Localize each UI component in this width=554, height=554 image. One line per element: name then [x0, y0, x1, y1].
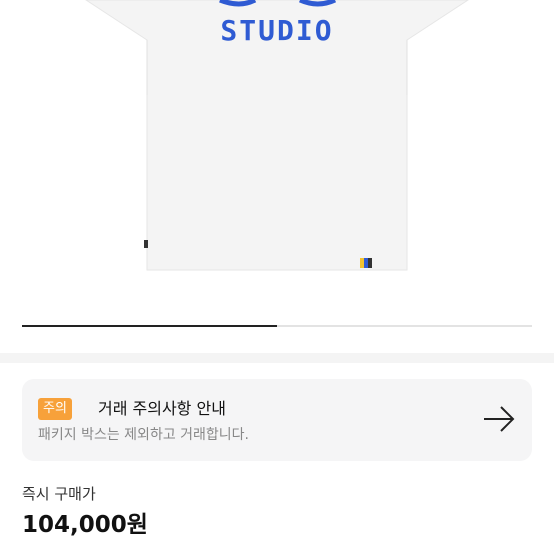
image-carousel-indicator[interactable] — [22, 325, 532, 327]
tshirt-print-text: STUDIO — [220, 14, 334, 47]
arrow-right-icon[interactable] — [482, 405, 516, 433]
caution-badge: 주의 — [38, 398, 72, 420]
product-image[interactable]: STUDIO — [0, 0, 554, 312]
trade-notice-card[interactable]: 주의 거래 주의사항 안내 패키지 박스는 제외하고 거래합니다. — [22, 379, 532, 461]
instant-buy-label: 즉시 구매가 — [22, 485, 96, 503]
carousel-progress — [22, 325, 277, 327]
notice-subtitle: 패키지 박스는 제외하고 거래합니다. — [38, 427, 249, 443]
notice-title: 거래 주의사항 안내 — [98, 399, 226, 418]
section-divider — [0, 353, 554, 363]
instant-buy-price: 104,000원 — [22, 512, 148, 538]
